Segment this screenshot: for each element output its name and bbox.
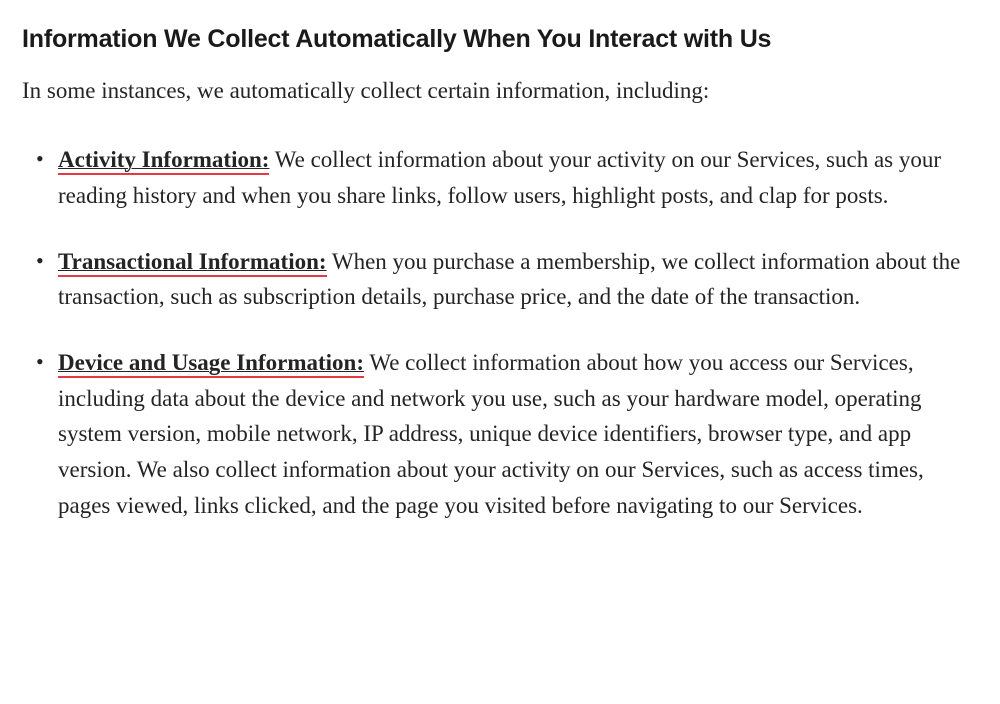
list-item: Activity Information: We collect informa…	[58, 142, 978, 213]
list-item: Transactional Information: When you purc…	[58, 244, 978, 315]
info-list: Activity Information: We collect informa…	[22, 142, 978, 523]
section-heading: Information We Collect Automatically Whe…	[22, 20, 978, 59]
item-term: Device and Usage Information:	[58, 350, 364, 378]
list-item: Device and Usage Information: We collect…	[58, 345, 978, 523]
intro-text: In some instances, we automatically coll…	[22, 73, 978, 109]
item-term: Activity Information:	[58, 147, 269, 175]
item-term: Transactional Information:	[58, 249, 327, 277]
